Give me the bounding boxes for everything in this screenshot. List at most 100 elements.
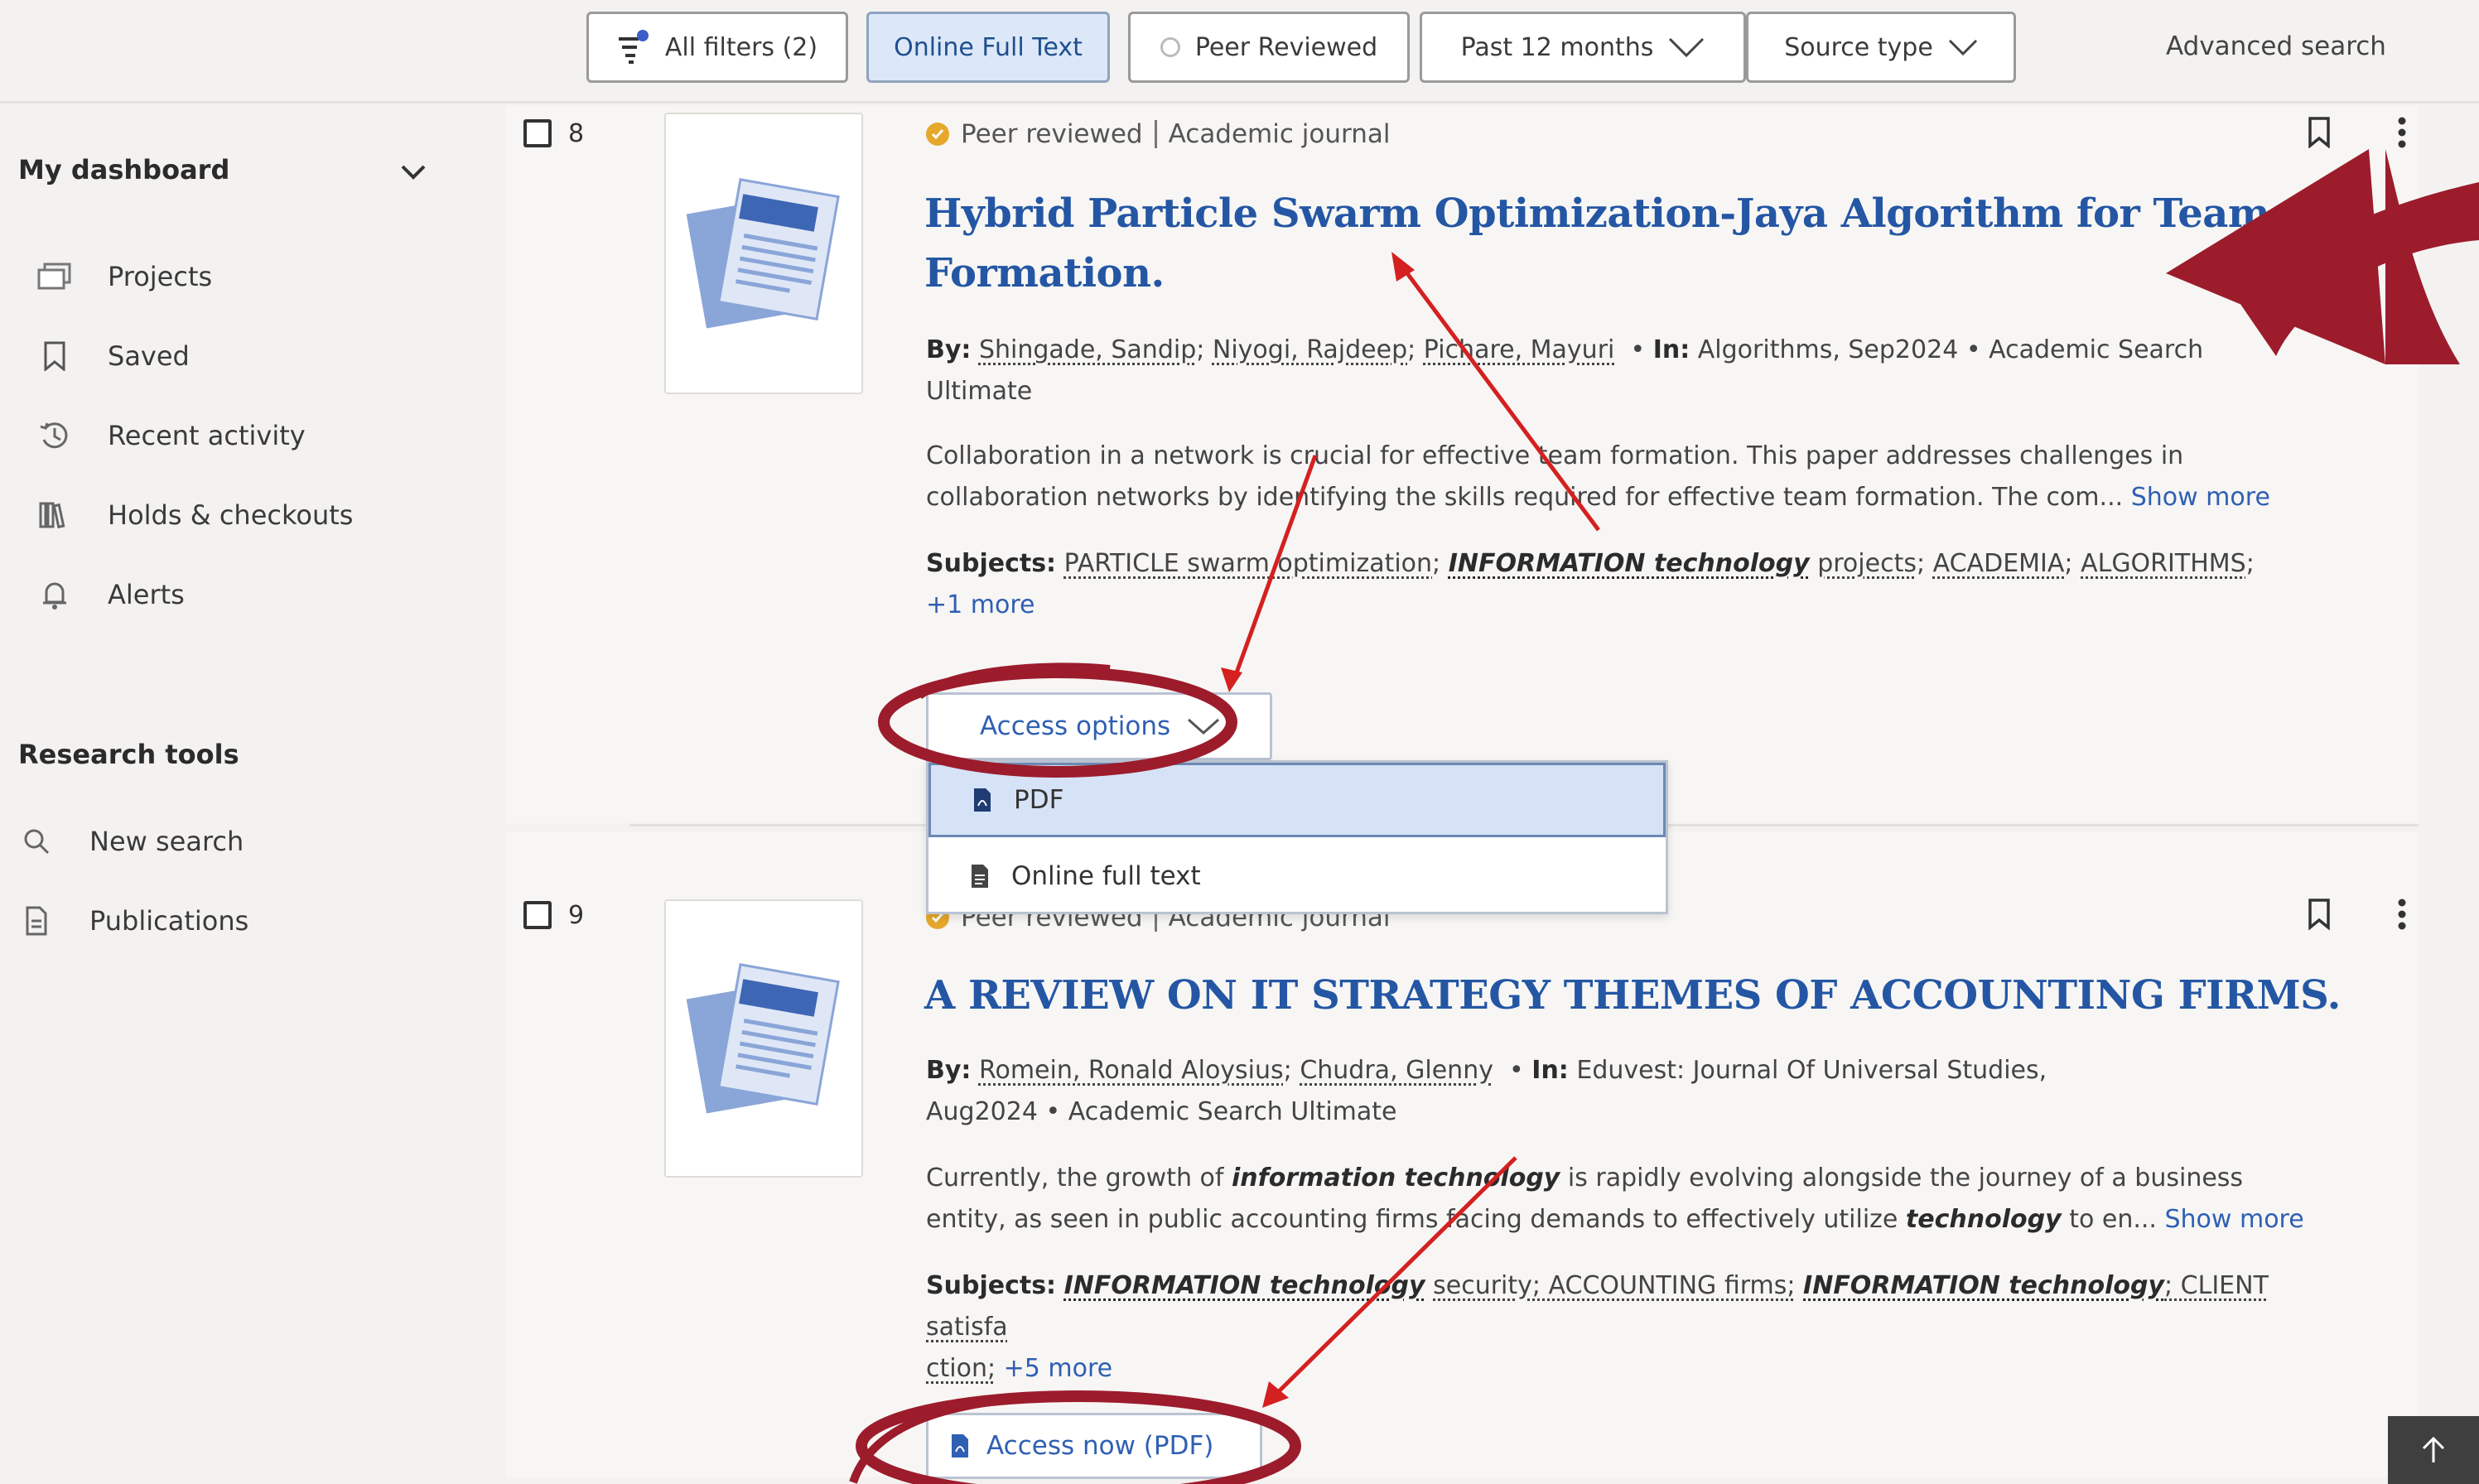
- journal-document-icon: [686, 177, 840, 329]
- meta-separator: [1154, 120, 1157, 148]
- subject-link[interactable]: ACADEMIA: [1933, 549, 2065, 578]
- online-full-text-label: Online Full Text: [894, 32, 1083, 62]
- source-type-text: Academic journal: [1168, 119, 1391, 149]
- access-options-label: Access options: [980, 711, 1171, 741]
- my-dashboard-heading[interactable]: My dashboard: [18, 154, 229, 186]
- subject-link[interactable]: security; ACCOUNTING firms;: [1433, 1271, 1795, 1300]
- source-type-dropdown[interactable]: Source type: [1746, 12, 2016, 83]
- database-name: Ultimate: [926, 377, 1033, 406]
- by-label: By:: [926, 335, 972, 364]
- peer-reviewed-badge-icon: [926, 123, 949, 146]
- sidebar-item-label: Holds & checkouts: [108, 499, 354, 531]
- sidebar-item-projects[interactable]: Projects: [36, 252, 212, 301]
- subject-link[interactable]: projects: [1817, 549, 1917, 578]
- access-options-menu: PDF Online full text: [926, 760, 1668, 914]
- subjects-label: Subjects:: [926, 549, 1057, 578]
- access-now-pdf-button[interactable]: Access now (PDF): [926, 1413, 1262, 1479]
- result-title-link[interactable]: Hybrid Particle Swarm Optimization-Jaya …: [924, 184, 2283, 303]
- abstract-highlight: technology: [1905, 1205, 2062, 1234]
- subjects-more-link[interactable]: +1 more: [926, 590, 1035, 619]
- subject-link[interactable]: ction;: [926, 1354, 996, 1383]
- menu-item-online-full-text[interactable]: Online full text: [928, 839, 1666, 913]
- online-full-text-filter[interactable]: Online Full Text: [866, 12, 1110, 83]
- peer-reviewed-text: Peer reviewed: [961, 119, 1143, 149]
- author-link[interactable]: Niyogi, Rajdeep: [1213, 335, 1407, 364]
- in-label: In:: [1531, 1056, 1569, 1085]
- advanced-search-link[interactable]: Advanced search: [2166, 31, 2386, 61]
- sidebar-item-recent-activity[interactable]: Recent activity: [36, 411, 306, 460]
- access-options-dropdown[interactable]: Access options: [926, 692, 1272, 760]
- peer-reviewed-icon: [1160, 37, 1180, 57]
- subject-link[interactable]: INFORMATION technology: [1803, 1271, 2164, 1300]
- result-title-link[interactable]: A REVIEW ON IT STRATEGY THEMES OF ACCOUN…: [924, 966, 2341, 1025]
- sidebar-item-alerts[interactable]: Alerts: [36, 570, 185, 619]
- result-checkbox[interactable]: [523, 901, 552, 929]
- show-more-link[interactable]: Show more: [2164, 1205, 2303, 1234]
- sidebar-item-label: Projects: [108, 261, 213, 292]
- arrow-up-icon: [2422, 1436, 2445, 1462]
- sidebar-item-holds-checkouts[interactable]: Holds & checkouts: [36, 490, 353, 540]
- vertical-ellipsis-icon: [2398, 117, 2406, 148]
- full-text-icon: [972, 865, 988, 888]
- result-number: 9: [568, 901, 585, 930]
- sidebar-item-new-search[interactable]: New search: [18, 817, 244, 866]
- journal-document-icon: [686, 962, 840, 1114]
- bookmark-icon: [2308, 899, 2330, 930]
- save-bookmark-button[interactable]: [2303, 896, 2336, 932]
- result-abstract: Collaboration in a network is crucial fo…: [926, 436, 2334, 518]
- subjects-more-link[interactable]: +5 more: [1004, 1354, 1112, 1383]
- title-line: Formation.: [924, 250, 1165, 296]
- subject-link[interactable]: PARTICLE swarm optimization: [1064, 549, 1432, 578]
- source-name: Eduvest: Journal Of Universal Studies,: [1576, 1056, 2047, 1085]
- abstract-text: to en...: [2069, 1205, 2157, 1234]
- filter-icon: [618, 30, 649, 64]
- abstract-line: collaboration networks by identifying th…: [926, 483, 2124, 512]
- search-icon: [18, 823, 55, 860]
- sidebar-item-publications[interactable]: Publications: [18, 896, 248, 946]
- result-thumbnail: [664, 113, 863, 394]
- sidebar-item-label: Recent activity: [108, 420, 306, 451]
- source-name: Algorithms, Sep2024: [1697, 335, 1959, 364]
- author-link[interactable]: Romein, Ronald Aloysius: [979, 1056, 1284, 1085]
- chevron-down-icon: [1188, 718, 1220, 735]
- bookmark-icon: [2308, 117, 2330, 148]
- sidebar-item-label: Alerts: [108, 579, 185, 610]
- save-bookmark-button[interactable]: [2303, 114, 2336, 151]
- scroll-to-top-button[interactable]: [2388, 1416, 2479, 1484]
- result-meta: Peer reviewed Academic journal: [926, 119, 1390, 149]
- all-filters-label: All filters (2): [664, 32, 818, 62]
- author-link[interactable]: Shingade, Sandip: [979, 335, 1196, 364]
- topbar-divider: [0, 101, 2479, 104]
- result-byline: By: Romein, Ronald Aloysius; Chudra, Gle…: [926, 1056, 2047, 1126]
- result-abstract: Currently, the growth of information tec…: [926, 1158, 2351, 1241]
- sidebar-item-saved[interactable]: Saved: [36, 331, 190, 381]
- result-subjects: Subjects: PARTICLE swarm optimization; I…: [926, 549, 2255, 619]
- menu-item-pdf[interactable]: PDF: [928, 763, 1666, 837]
- database-name: Academic Search Ultimate: [1068, 1097, 1397, 1126]
- author-link[interactable]: Pichare, Mayuri: [1424, 335, 1615, 364]
- more-options-button[interactable]: [2389, 896, 2415, 932]
- all-filters-button[interactable]: All filters (2): [586, 12, 848, 83]
- show-more-link[interactable]: Show more: [2131, 483, 2270, 512]
- by-label: By:: [926, 1056, 972, 1085]
- history-icon: [36, 417, 73, 454]
- research-tools-heading: Research tools: [18, 739, 239, 770]
- in-label: In:: [1652, 335, 1690, 364]
- chevron-down-icon: [1948, 39, 1977, 56]
- author-link[interactable]: Chudra, Glenny: [1300, 1056, 1493, 1085]
- source-name: Aug2024: [926, 1097, 1038, 1126]
- more-options-button[interactable]: [2389, 114, 2415, 151]
- subject-link[interactable]: INFORMATION technology: [1449, 549, 1810, 578]
- subject-link[interactable]: INFORMATION technology: [1064, 1271, 1425, 1300]
- peer-reviewed-filter[interactable]: Peer Reviewed: [1128, 12, 1410, 83]
- result-subjects: Subjects: INFORMATION technology securit…: [926, 1265, 2351, 1390]
- bookmark-icon: [36, 338, 73, 374]
- subject-link[interactable]: ALGORITHMS: [2081, 549, 2246, 578]
- title-line: Hybrid Particle Swarm Optimization-Jaya …: [924, 190, 2270, 237]
- past-12-months-dropdown[interactable]: Past 12 months: [1420, 12, 1746, 83]
- bell-icon: [36, 576, 73, 613]
- chevron-down-icon[interactable]: [401, 164, 426, 181]
- result-checkbox[interactable]: [523, 119, 552, 147]
- abstract-text: is rapidly evolving alongside the journe…: [1567, 1164, 2244, 1192]
- abstract-text: Currently, the growth of: [926, 1164, 1224, 1192]
